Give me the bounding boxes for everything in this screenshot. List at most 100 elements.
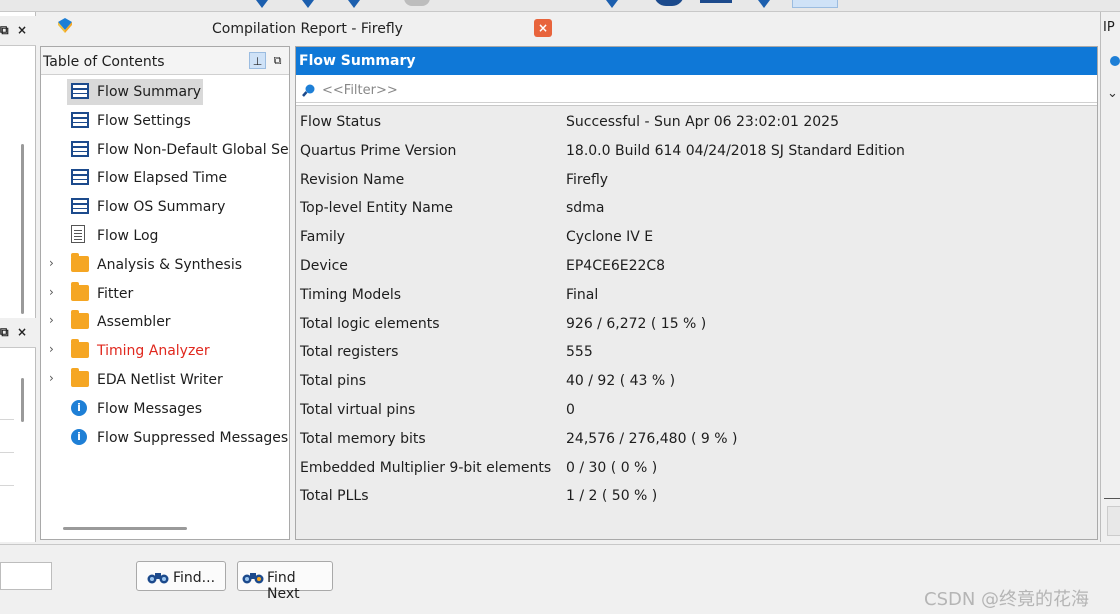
toolbar-arrow-icon[interactable] [758, 0, 770, 8]
row-key: Top-level Entity Name [300, 200, 454, 217]
divider [0, 485, 14, 486]
row-value: 555 [566, 344, 593, 361]
table-row[interactable]: Revision Name Firefly [296, 164, 1097, 192]
toc-item-label: Flow Messages [97, 400, 203, 417]
row-value: Firefly [566, 171, 609, 188]
close-icon[interactable]: × [17, 23, 27, 37]
table-row[interactable]: Total memory bits 24,576 / 276,480 ( 9 % … [296, 423, 1097, 451]
table-row[interactable]: Total logic elements 926 / 6,272 ( 15 % ) [296, 308, 1097, 336]
status-dot-icon [1110, 56, 1120, 66]
toolbar-grid-icon[interactable] [700, 0, 732, 3]
app-root: ⧉ × ⧉ × Compilation Report - Firefly × T… [0, 0, 1120, 614]
expand-chevron-icon[interactable]: › [49, 313, 54, 327]
toc-item-label: Flow Log [97, 228, 159, 244]
toc-item[interactable]: Flow Non-Default Global Settings [41, 137, 289, 163]
table-icon [71, 140, 89, 157]
toc-item[interactable]: Flow Summary [41, 79, 289, 105]
toc-item[interactable]: › Assembler [41, 309, 289, 335]
table-icon [71, 111, 89, 128]
filter-field[interactable]: <<Filter>> [296, 77, 1097, 103]
dock-scrollbar[interactable] [21, 378, 24, 422]
table-row[interactable]: Total PLLs 1 / 2 ( 50 % ) [296, 480, 1097, 508]
toolbar-chip-icon[interactable] [792, 0, 838, 8]
table-row[interactable]: Total pins 40 / 92 ( 43 % ) [296, 365, 1097, 393]
table-row[interactable]: Quartus Prime Version 18.0.0 Build 614 04… [296, 135, 1097, 163]
table-icon [71, 83, 89, 99]
table-row[interactable]: Embedded Multiplier 9-bit elements 0 / 30… [296, 452, 1097, 480]
expand-chevron-icon[interactable]: › [49, 371, 54, 385]
table-icon [71, 198, 89, 215]
find-button-label: Find... [173, 570, 216, 586]
row-key: Total logic elements [300, 315, 440, 332]
toc-item[interactable]: › EDA Netlist Writer [41, 367, 289, 393]
folder-icon [71, 310, 89, 330]
row-value: 0 [566, 402, 575, 418]
toc-scrollbar[interactable] [63, 527, 187, 530]
find-next-button[interactable]: Find Next [237, 561, 333, 602]
chevron-down-icon[interactable]: ⌄ [1107, 86, 1118, 101]
toolbar-arrow-icon[interactable] [256, 0, 268, 8]
toc-item[interactable]: i Flow Messages [41, 396, 289, 422]
row-value: 18.0.0 Build 614 04/24/2018 SJ Standard … [566, 142, 905, 159]
close-report-button[interactable]: × [534, 19, 552, 37]
toc-item[interactable]: › Analysis & Synthesis [41, 252, 289, 278]
toc-item-label: Assembler [97, 314, 171, 331]
row-key: Device [300, 258, 348, 274]
toc-item[interactable]: › Fitter [41, 281, 289, 307]
dock-button[interactable] [1107, 506, 1120, 536]
report-tab[interactable]: Compilation Report - Firefly × [40, 12, 570, 44]
toc-header: Table of Contents ⊥ ⧉ [41, 47, 289, 75]
toolbar-stop-icon[interactable] [404, 0, 430, 6]
toolbar-arrow-icon[interactable] [302, 0, 314, 8]
pin-icon[interactable]: ⊥ [249, 52, 266, 69]
row-key: Total memory bits [300, 430, 426, 447]
binoculars-icon [242, 573, 264, 584]
table-row[interactable]: Total registers 555 [296, 336, 1097, 364]
top-toolbar [0, 0, 1120, 12]
toc-item[interactable]: › Timing Analyzer [41, 338, 289, 364]
restore-icon[interactable]: ⧉ [0, 325, 9, 340]
table-row[interactable]: Family Cyclone IV E [296, 221, 1097, 249]
expand-chevron-icon[interactable]: › [49, 256, 54, 270]
toc-item-label: Flow Settings [97, 112, 191, 129]
toc-item-label: Flow Summary [97, 84, 202, 100]
close-icon[interactable]: × [17, 325, 27, 339]
row-value: Cyclone IV E [566, 229, 654, 246]
toc-item-label: Timing Analyzer [97, 343, 210, 360]
table-row[interactable]: Flow Status Successful - Sun Apr 06 23:02… [296, 106, 1097, 134]
toc-item[interactable]: Flow Settings [41, 108, 289, 134]
toolbar-globe-icon[interactable] [654, 0, 684, 6]
toc-item-label: Flow Elapsed Time [97, 170, 228, 187]
row-value: 926 / 6,272 ( 15 % ) [566, 315, 707, 332]
divider [0, 419, 14, 420]
dock-scrollbar[interactable] [21, 144, 24, 314]
folder-icon [71, 252, 89, 272]
table-row[interactable]: Timing Models Final [296, 279, 1097, 307]
row-key: Quartus Prime Version [300, 142, 457, 159]
restore-icon[interactable]: ⧉ [269, 52, 286, 69]
find-input[interactable] [0, 562, 52, 590]
find-button[interactable]: Find... [136, 561, 226, 591]
toc-item[interactable]: Flow Elapsed Time [41, 165, 289, 191]
watermark: CSDN @终竟的花海 [924, 589, 1090, 610]
table-row[interactable]: Device EP4CE6E22C8 [296, 250, 1097, 278]
folder-icon [71, 281, 89, 301]
ip-catalog-label[interactable]: IP [1103, 20, 1115, 35]
table-row[interactable]: Top-level Entity Name sdma [296, 192, 1097, 220]
restore-icon[interactable]: ⧉ [0, 23, 9, 38]
row-key: Total pins [300, 373, 367, 390]
search-icon [302, 84, 315, 97]
toc-item[interactable]: Flow Log [41, 223, 289, 249]
toolbar-arrow-icon[interactable] [606, 0, 618, 8]
row-value: 0 / 30 ( 0 % ) [566, 459, 658, 476]
info-icon: i [71, 399, 87, 416]
info-icon: i [71, 428, 87, 445]
table-row[interactable]: Total virtual pins 0 [296, 394, 1097, 422]
toc-item[interactable]: Flow OS Summary [41, 194, 289, 220]
binoculars-icon [147, 573, 169, 584]
expand-chevron-icon[interactable]: › [49, 342, 54, 356]
expand-chevron-icon[interactable]: › [49, 285, 54, 299]
toolbar-arrow-icon[interactable] [348, 0, 360, 8]
flow-summary-panel: Flow Summary <<Filter>> Flow Status Succe… [295, 46, 1098, 540]
toc-item[interactable]: i Flow Suppressed Messages [41, 425, 289, 451]
